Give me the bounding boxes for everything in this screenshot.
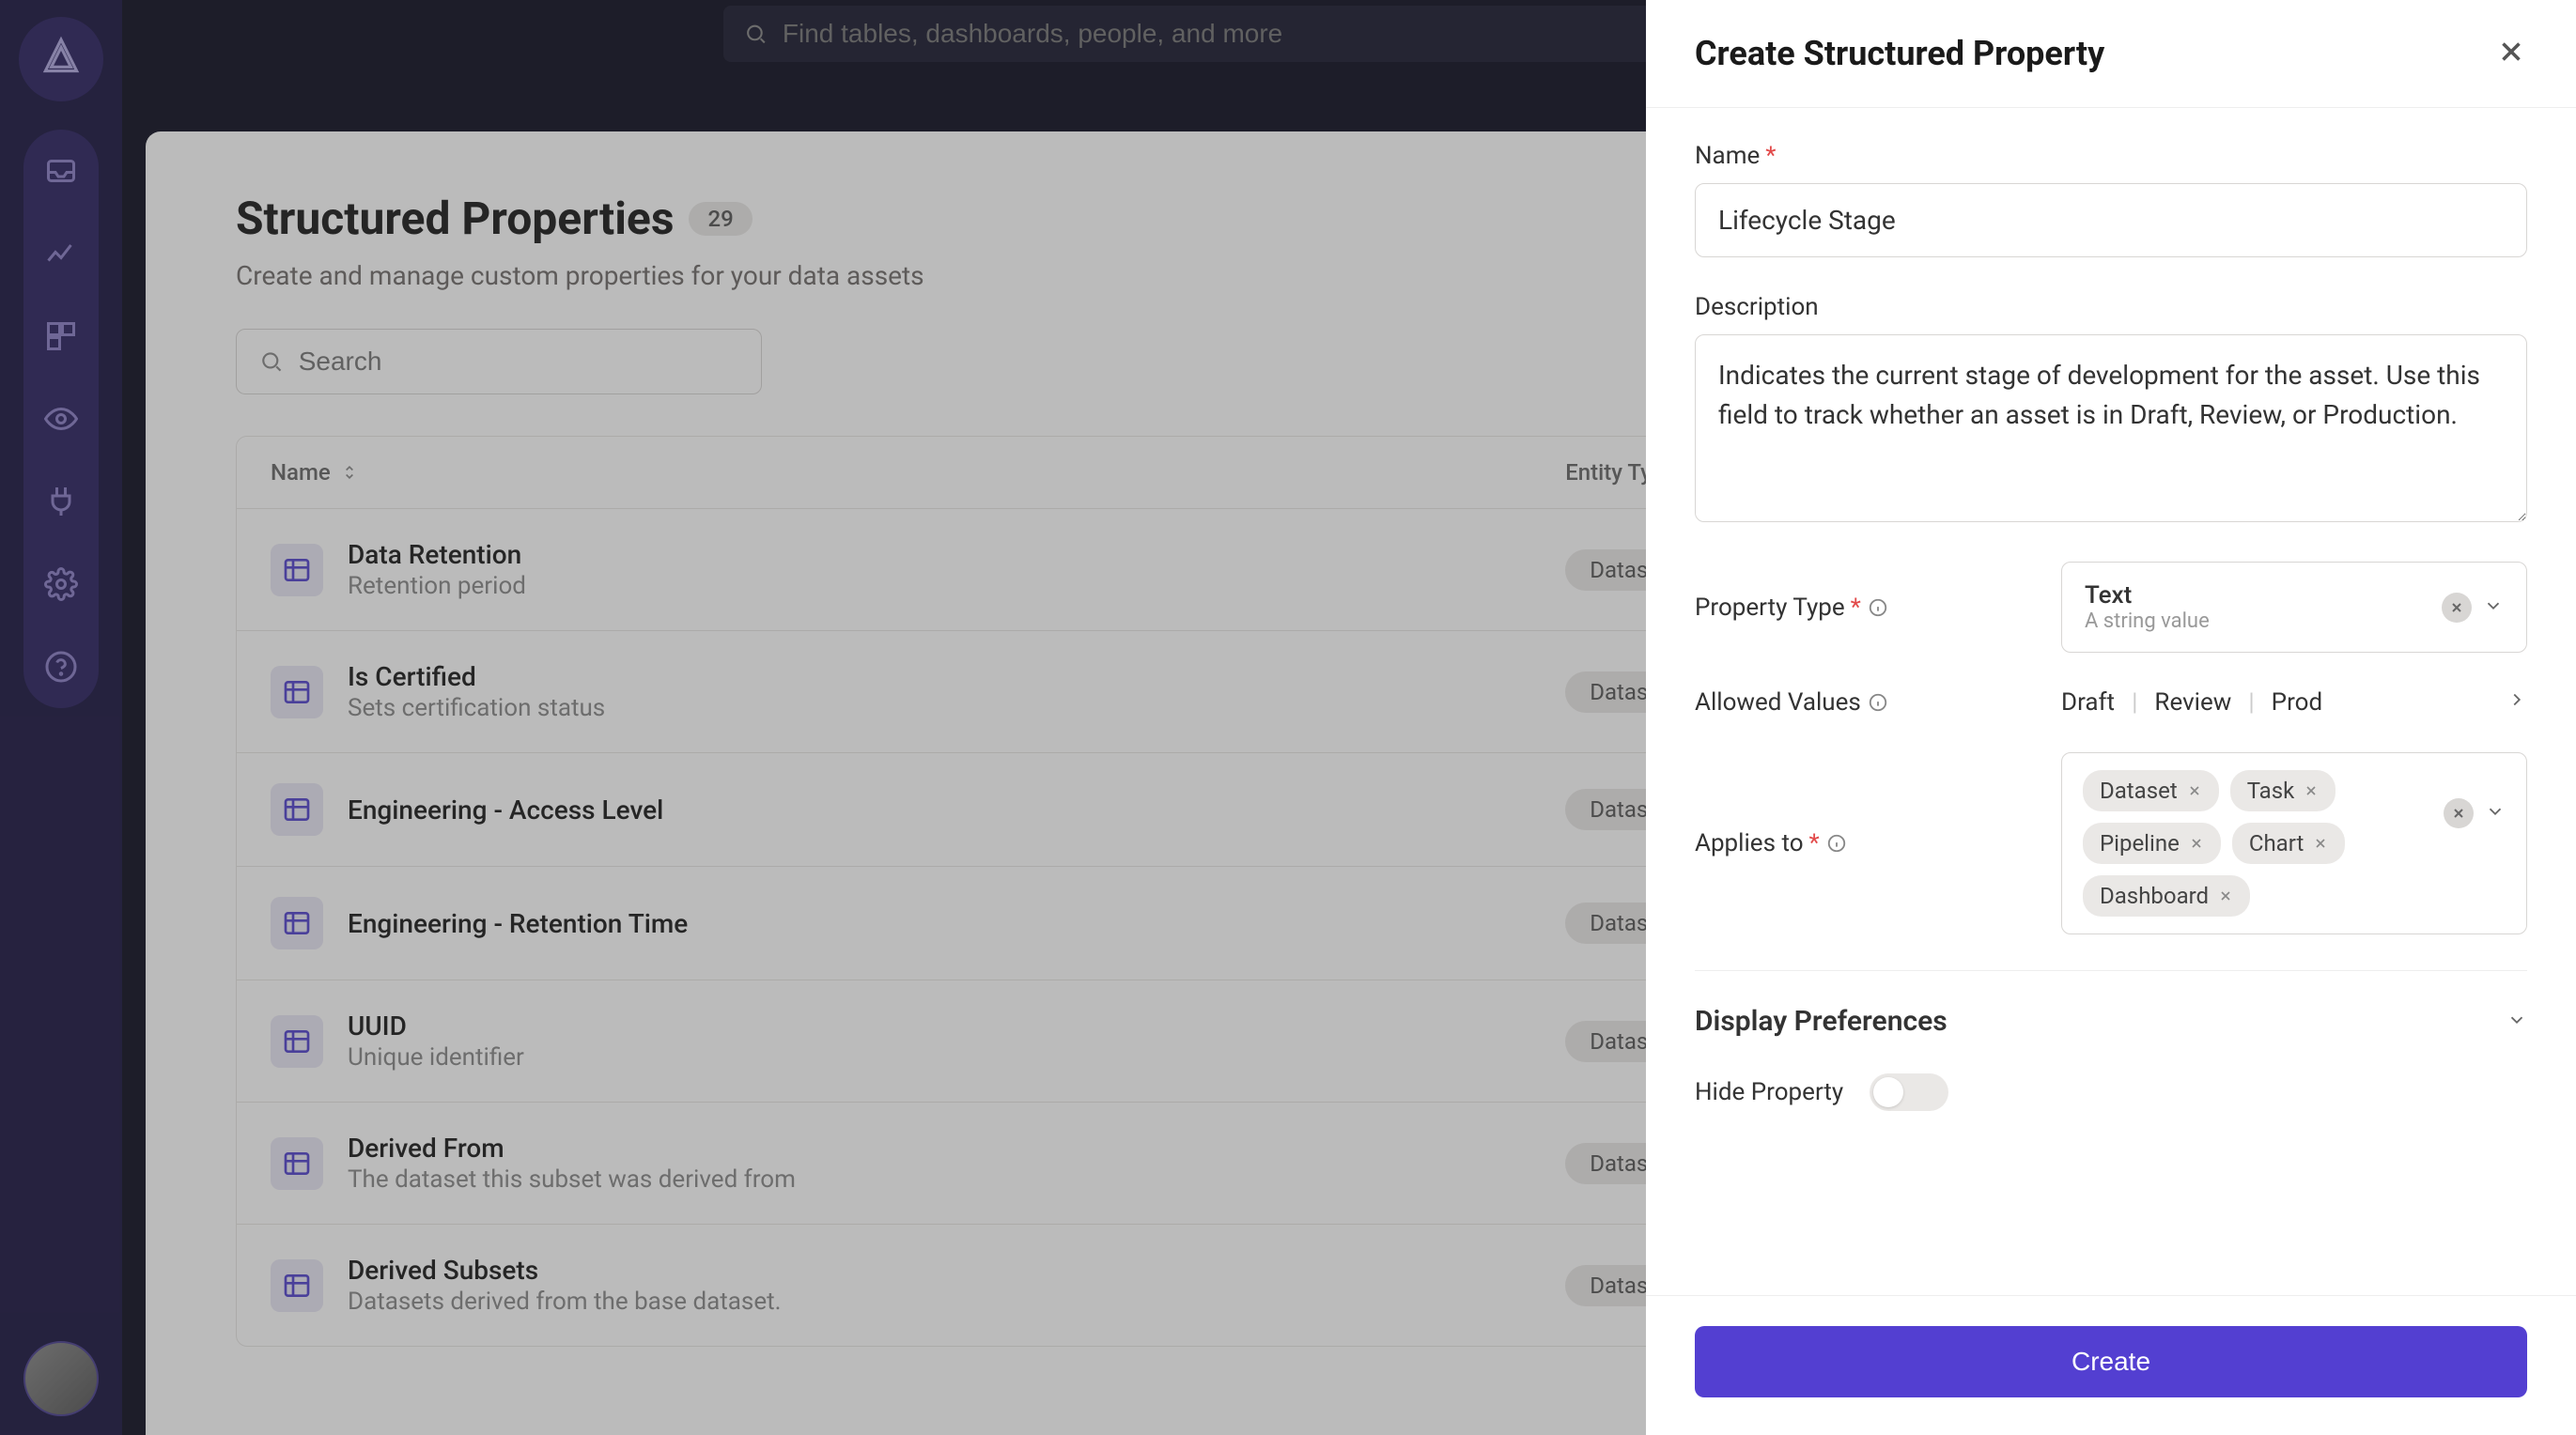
- applies-tag: Task: [2230, 770, 2336, 811]
- hide-property-toggle[interactable]: [1870, 1073, 1948, 1111]
- drawer-header: Create Structured Property: [1646, 0, 2576, 108]
- info-icon[interactable]: [1867, 691, 1889, 714]
- close-button[interactable]: [2495, 36, 2527, 71]
- remove-tag-icon[interactable]: [2187, 778, 2202, 804]
- remove-tag-icon[interactable]: [2304, 778, 2319, 804]
- create-property-drawer: Create Structured Property Name* Descrip…: [1646, 0, 2576, 1435]
- chevron-right-icon[interactable]: [2506, 688, 2527, 717]
- applies-tag: Pipeline: [2083, 823, 2221, 864]
- applies-to-label: Applies to*: [1695, 829, 2061, 857]
- applies-tag: Chart: [2232, 823, 2345, 864]
- applies-tag: Dashboard: [2083, 875, 2250, 917]
- name-label: Name*: [1695, 142, 2527, 170]
- display-preferences[interactable]: Display Preferences: [1695, 1005, 2527, 1038]
- property-type-label: Property Type*: [1695, 594, 2061, 622]
- drawer-footer: Create: [1646, 1295, 2576, 1435]
- description-input[interactable]: [1695, 334, 2527, 522]
- applies-tag: Dataset: [2083, 770, 2219, 811]
- drawer-body: Name* Description Property Type* Text A …: [1646, 108, 2576, 1295]
- allowed-values[interactable]: Draft| Review| Prod: [2061, 688, 2527, 717]
- clear-icon[interactable]: [2444, 798, 2474, 828]
- applies-to-select[interactable]: Dataset TaskPipeline Chart Dashboard: [2061, 752, 2527, 934]
- chevron-down-icon[interactable]: [2506, 1010, 2527, 1034]
- description-label: Description: [1695, 293, 2527, 321]
- remove-tag-icon[interactable]: [2218, 883, 2233, 909]
- hide-property-label: Hide Property: [1695, 1078, 1843, 1106]
- drawer-title: Create Structured Property: [1695, 34, 2104, 73]
- remove-tag-icon[interactable]: [2189, 830, 2204, 856]
- property-type-select[interactable]: Text A string value: [2061, 562, 2527, 653]
- info-icon[interactable]: [1867, 596, 1889, 619]
- clear-icon[interactable]: [2442, 593, 2472, 623]
- hide-property-row: Hide Property: [1695, 1073, 2527, 1111]
- allowed-values-label: Allowed Values: [1695, 688, 2061, 717]
- create-button[interactable]: Create: [1695, 1326, 2527, 1397]
- chevron-down-icon[interactable]: [2485, 801, 2506, 826]
- name-input[interactable]: [1695, 183, 2527, 257]
- proptype-title: Text: [2085, 581, 2210, 609]
- remove-tag-icon[interactable]: [2313, 830, 2328, 856]
- proptype-sub: A string value: [2085, 609, 2210, 633]
- chevron-down-icon[interactable]: [2483, 595, 2504, 620]
- info-icon[interactable]: [1825, 832, 1848, 855]
